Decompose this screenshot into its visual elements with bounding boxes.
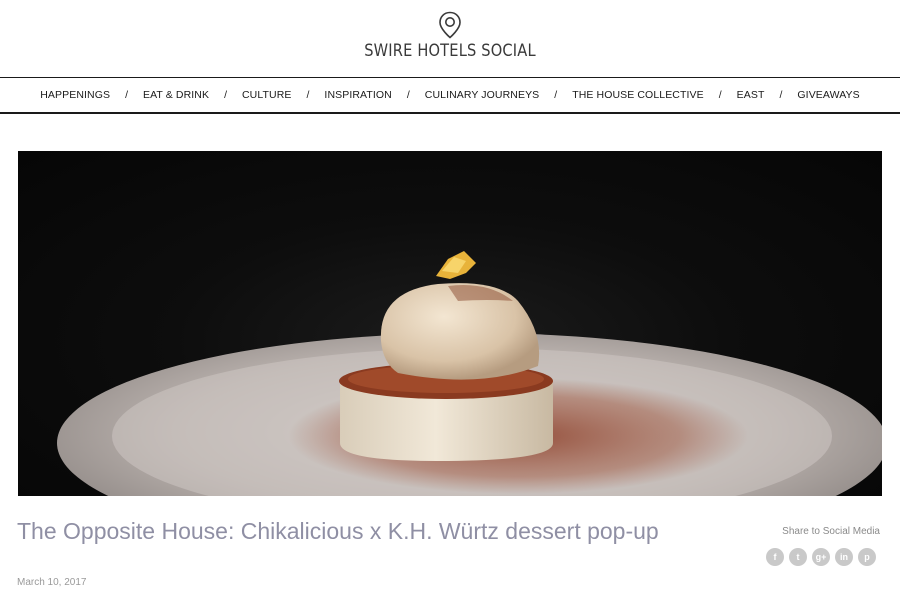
nav-item-the-house-collective[interactable]: THE HOUSE COLLECTIVE [572, 89, 704, 101]
main-nav: HAPPENINGS / EAT & DRINK / CULTURE / INS… [0, 77, 900, 114]
nav-item-culture[interactable]: CULTURE [242, 89, 292, 101]
nav-separator: / [306, 89, 310, 101]
pinterest-icon[interactable]: p [858, 548, 876, 566]
nav-item-culinary-journeys[interactable]: CULINARY JOURNEYS [425, 89, 540, 101]
linkedin-icon[interactable]: in [835, 548, 853, 566]
nav-item-happenings[interactable]: HAPPENINGS [40, 89, 110, 101]
site-title[interactable]: SWIRE HOTELS SOCIAL [63, 41, 837, 61]
article-date: March 10, 2017 [17, 577, 87, 588]
article-title: The Opposite House: Chikalicious x K.H. … [17, 518, 659, 544]
hero-image [18, 151, 882, 496]
nav-separator: / [406, 89, 410, 101]
twitter-icon[interactable]: t [789, 548, 807, 566]
site-header: SWIRE HOTELS SOCIAL [0, 0, 900, 78]
nav-separator: / [125, 89, 128, 101]
nav-separator: / [718, 89, 722, 101]
dessert-plate-image [57, 251, 882, 496]
nav-separator: / [779, 89, 783, 101]
facebook-icon[interactable]: f [766, 548, 784, 566]
nav-item-eat-drink[interactable]: EAT & DRINK [143, 89, 209, 101]
share-label: Share to Social Media [782, 526, 880, 537]
nav-separator: / [224, 89, 227, 101]
share-icons: f t g+ in p [766, 548, 881, 566]
nav-separator: / [554, 89, 558, 101]
map-pin-icon[interactable] [438, 11, 462, 39]
google-plus-icon[interactable]: g+ [812, 548, 830, 566]
nav-item-giveaways[interactable]: GIVEAWAYS [797, 89, 859, 101]
nav-item-inspiration[interactable]: INSPIRATION [324, 89, 391, 101]
nav-item-east[interactable]: EAST [737, 89, 765, 101]
